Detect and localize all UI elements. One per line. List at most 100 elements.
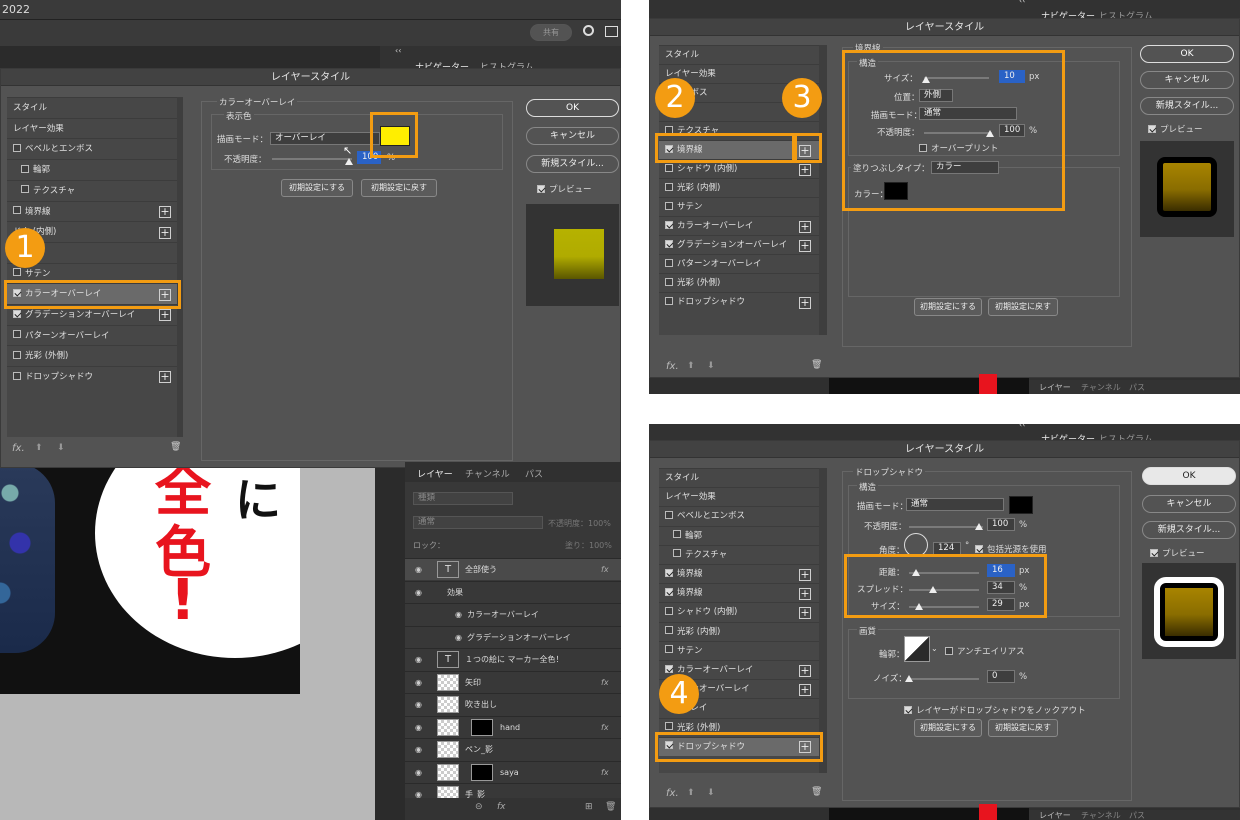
restore-default-button[interactable]: 初期設定に戻す [361, 179, 437, 197]
trash-icon[interactable]: 🗑 [811, 787, 822, 797]
knockout-checkbox[interactable]: レイヤーがドロップシャドウをノックアウト [904, 704, 1086, 716]
eye-icon[interactable]: ◉ [415, 739, 422, 761]
effect-checkbox[interactable] [665, 277, 673, 286]
shadow-color-swatch[interactable] [1009, 496, 1033, 514]
ok-button[interactable]: OK [526, 99, 619, 117]
tab-paths[interactable]: パス [1129, 382, 1145, 393]
effect-checkbox[interactable] [665, 645, 673, 654]
effect-row[interactable]: シャドウ (内側) + [659, 602, 819, 621]
trash-icon[interactable]: 🗑 [811, 360, 822, 370]
effect-row[interactable]: 光彩 (内側) [659, 621, 819, 641]
effect-checkbox[interactable] [665, 568, 673, 577]
effect-row[interactable]: レイヤー効果 [7, 117, 183, 139]
tab-channels[interactable]: チャンネル [1081, 382, 1121, 393]
eye-icon[interactable]: ◉ [455, 604, 462, 626]
effect-row[interactable]: 境界線 + [659, 564, 819, 583]
list-scrollbar[interactable] [819, 45, 827, 335]
layer-opacity[interactable]: 不透明度：100% [548, 518, 611, 529]
new-style-button[interactable]: 新規スタイル... [526, 155, 619, 173]
tab-paths[interactable]: パス [525, 467, 543, 480]
cancel-button[interactable]: キャンセル [526, 127, 619, 145]
opacity-knob[interactable] [345, 158, 353, 165]
effect-checkbox[interactable] [665, 258, 673, 267]
effect-checkbox[interactable] [665, 606, 673, 615]
effect-checkbox[interactable] [665, 182, 673, 191]
add-effect-icon[interactable]: + [799, 606, 811, 619]
ok-button[interactable]: OK [1142, 467, 1236, 485]
preview-check[interactable] [537, 184, 545, 193]
opacity-slider[interactable] [272, 158, 352, 160]
move-up-icon[interactable]: ⬆ [687, 361, 695, 371]
opacity-input[interactable]: 100 [987, 518, 1015, 531]
noise-input[interactable]: 0 [987, 670, 1015, 683]
restore-default-button[interactable]: 初期設定に戻す [988, 298, 1058, 316]
effect-row[interactable]: 光彩 (内側) [659, 178, 819, 197]
move-down-icon[interactable]: ⬇ [57, 443, 65, 453]
effect-row[interactable]: 境界線 + [7, 200, 183, 222]
effect-checkbox[interactable] [13, 206, 21, 214]
add-effect-icon[interactable]: + [799, 296, 811, 309]
effect-row[interactable]: テクスチャ [7, 179, 183, 201]
delete-layer-icon[interactable]: 🗑 [605, 802, 616, 812]
effect-checkbox[interactable] [665, 510, 673, 519]
eye-icon[interactable]: ◉ [415, 672, 422, 694]
layer-row[interactable]: ◉ カラーオーバーレイ [405, 603, 621, 625]
new-style-button[interactable]: 新規スタイル... [1140, 97, 1234, 115]
preview-checkbox[interactable]: プレビュー [1148, 123, 1203, 135]
effect-row[interactable]: ドロップシャドウ + [7, 366, 183, 387]
layer-row[interactable]: ◉ 矢印 fx [405, 670, 621, 694]
move-up-icon[interactable]: ⬆ [687, 788, 695, 798]
tab-channels[interactable]: チャンネル [465, 467, 510, 480]
preview-check[interactable] [1150, 548, 1158, 557]
effect-checkbox[interactable] [665, 296, 673, 305]
effect-checkbox[interactable] [673, 549, 681, 558]
noise-slider[interactable] [909, 678, 979, 680]
fx-icon[interactable]: fx [601, 672, 609, 694]
add-effect-icon[interactable]: + [159, 309, 171, 322]
effect-checkbox[interactable] [13, 143, 21, 152]
fx-icon[interactable]: fx [601, 717, 609, 739]
effect-row[interactable]: スタイル [659, 45, 819, 64]
effect-row[interactable]: スタイル [7, 97, 183, 118]
layer-blend-select[interactable]: 通常 [413, 516, 543, 529]
effect-row[interactable]: 境界線 + [659, 583, 819, 602]
eye-icon[interactable]: ◉ [455, 627, 462, 649]
opacity-slider[interactable] [909, 526, 983, 528]
global-light-check[interactable] [975, 544, 983, 553]
effect-checkbox[interactable] [665, 220, 673, 229]
effect-row[interactable]: 輪郭 [7, 159, 183, 180]
effect-checkbox[interactable] [13, 371, 21, 380]
layer-mask-thumbnail[interactable] [471, 763, 493, 781]
effect-row[interactable]: サテン [659, 640, 819, 660]
eye-icon[interactable]: ◉ [415, 559, 422, 581]
fx-footer-icon[interactable]: fx [497, 802, 506, 812]
fx-icon[interactable]: fx [601, 762, 609, 784]
effect-row[interactable]: レイヤー効果 [659, 487, 819, 506]
knockout-check[interactable] [904, 705, 912, 714]
reset-default-button[interactable]: 初期設定にする [914, 719, 982, 737]
add-effect-icon[interactable]: + [799, 664, 811, 677]
fx-icon[interactable]: fx. [666, 788, 679, 799]
layer-row[interactable]: ◉ 吹き出し [405, 693, 621, 715]
tab-layers[interactable]: レイヤー [1039, 810, 1071, 820]
effect-row[interactable]: 光彩 (外側) [659, 273, 819, 292]
add-effect-icon[interactable]: + [159, 371, 171, 384]
effect-row[interactable]: グラデーションオーバーレイ + [659, 235, 819, 254]
effect-row[interactable]: パターンオーバーレイ [659, 254, 819, 273]
tab-paths[interactable]: パス [1129, 810, 1145, 820]
add-effect-icon[interactable]: + [799, 587, 811, 600]
eye-icon[interactable]: ◉ [415, 694, 422, 716]
contour-preview[interactable] [904, 636, 930, 662]
add-effect-icon[interactable]: + [159, 226, 171, 239]
fill-label[interactable]: 塗り：100% [565, 540, 612, 551]
effect-checkbox[interactable] [665, 163, 673, 172]
eye-icon[interactable]: ◉ [415, 762, 422, 784]
add-effect-icon[interactable]: + [799, 220, 811, 233]
layer-row[interactable]: ◉ T 全部使う fx [405, 558, 621, 580]
link-icon[interactable]: ⊝ [475, 802, 483, 812]
layer-row[interactable]: ◉ hand fx [405, 715, 621, 739]
antialias-check[interactable] [945, 646, 953, 655]
fx-icon[interactable]: fx. [666, 361, 679, 372]
tab-layers[interactable]: レイヤー [1039, 382, 1071, 393]
effect-checkbox[interactable] [13, 268, 21, 277]
